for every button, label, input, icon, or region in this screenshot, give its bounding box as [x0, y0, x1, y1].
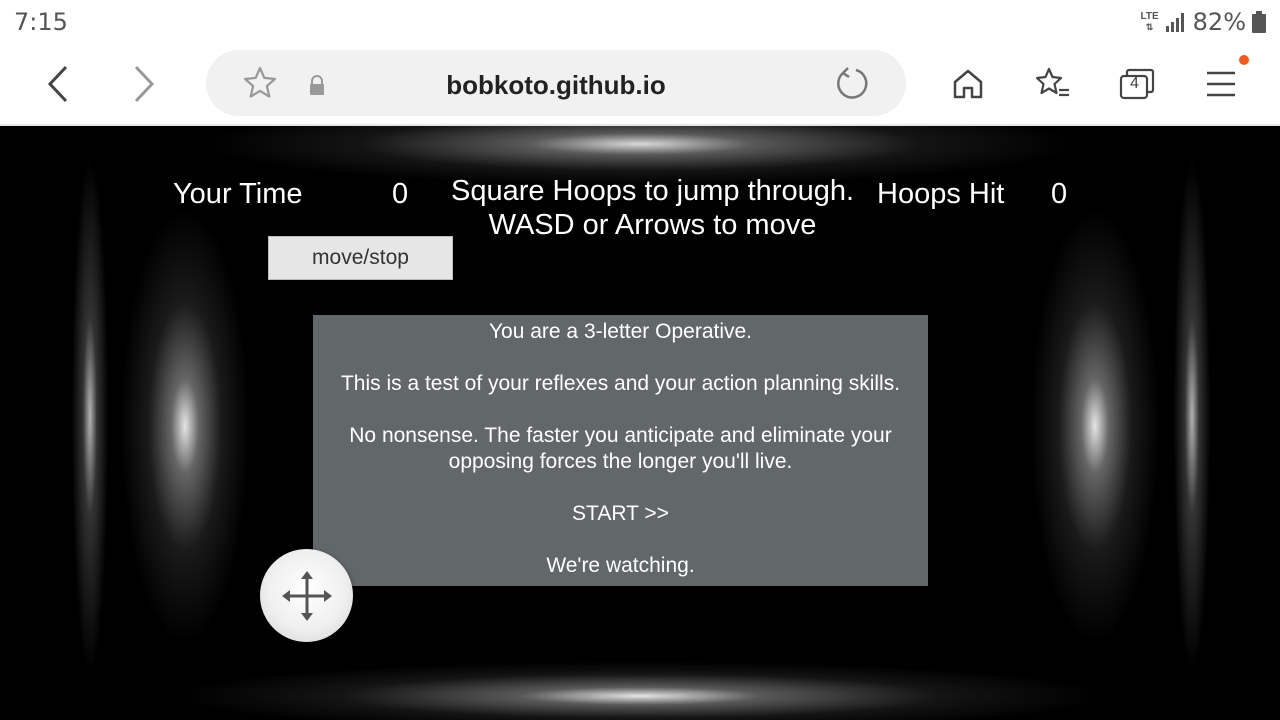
light-glow-left-edge: [70, 136, 110, 696]
your-time-value: 0: [392, 178, 409, 210]
light-glow-bottom: [170, 661, 1110, 720]
instructions-line-1: Square Hoops to jump through.: [450, 175, 855, 207]
signal-icon: [1165, 13, 1184, 32]
start-button[interactable]: START >>: [313, 501, 928, 527]
battery-percent: 82%: [1192, 8, 1246, 36]
reload-icon[interactable]: [834, 65, 870, 101]
intro-dialog: You are a 3-letter Operative. This is a …: [313, 315, 928, 586]
chevron-right-icon: [134, 65, 155, 103]
dialog-line-2: This is a test of your reflexes and your…: [340, 372, 901, 395]
move-stop-button[interactable]: move/stop: [268, 236, 453, 280]
instructions-line-2: WASD or Arrows to move: [488, 209, 817, 241]
hamburger-menu-icon: [1207, 71, 1235, 97]
instructions: Square Hoops to jump through. WASD or Ar…: [440, 174, 865, 242]
chevron-left-icon: [47, 65, 68, 103]
browser-toolbar: bobkoto.github.io 4: [0, 44, 1280, 126]
url-text[interactable]: bobkoto.github.io: [206, 70, 906, 101]
menu-button[interactable]: [1199, 62, 1243, 106]
dialog-line-1: You are a 3-letter Operative.: [488, 320, 753, 343]
status-bar: 7:15 LTE ⇅ 82%: [0, 0, 1280, 44]
back-button[interactable]: [36, 62, 80, 106]
battery-icon: [1252, 11, 1266, 33]
data-arrows-icon: ⇅: [1145, 22, 1154, 32]
game-area[interactable]: Your Time 0 Square Hoops to jump through…: [0, 126, 1280, 720]
notification-dot: [1239, 55, 1249, 65]
hoops-hit-value: 0: [1051, 178, 1068, 210]
light-glow-left: [120, 206, 250, 646]
bookmarks-button[interactable]: [1030, 62, 1074, 106]
virtual-joystick[interactable]: [260, 549, 353, 642]
tab-count: 4: [1130, 75, 1139, 92]
your-time-label: Your Time: [173, 178, 303, 210]
status-time: 7:15: [14, 8, 68, 36]
tabs-button[interactable]: 4: [1115, 62, 1159, 106]
light-glow-right: [1030, 206, 1160, 646]
forward-button[interactable]: [122, 62, 166, 106]
dialog-line-3a: No nonsense. The faster you anticipate a…: [349, 424, 892, 447]
hoops-hit-label: Hoops Hit: [877, 178, 1005, 210]
bookmarks-icon: [1035, 67, 1069, 97]
dialog-line-3b: opposing forces the longer you'll live.: [448, 450, 793, 473]
network-type: LTE ⇅: [1140, 11, 1159, 33]
light-glow-right-edge: [1172, 136, 1212, 696]
move-arrows-icon: [281, 570, 332, 621]
address-bar[interactable]: bobkoto.github.io: [206, 50, 906, 116]
home-button[interactable]: [946, 62, 990, 106]
dialog-line-4: We're watching.: [546, 554, 695, 577]
status-indicators: LTE ⇅ 82%: [1140, 8, 1266, 36]
home-icon: [953, 69, 983, 99]
